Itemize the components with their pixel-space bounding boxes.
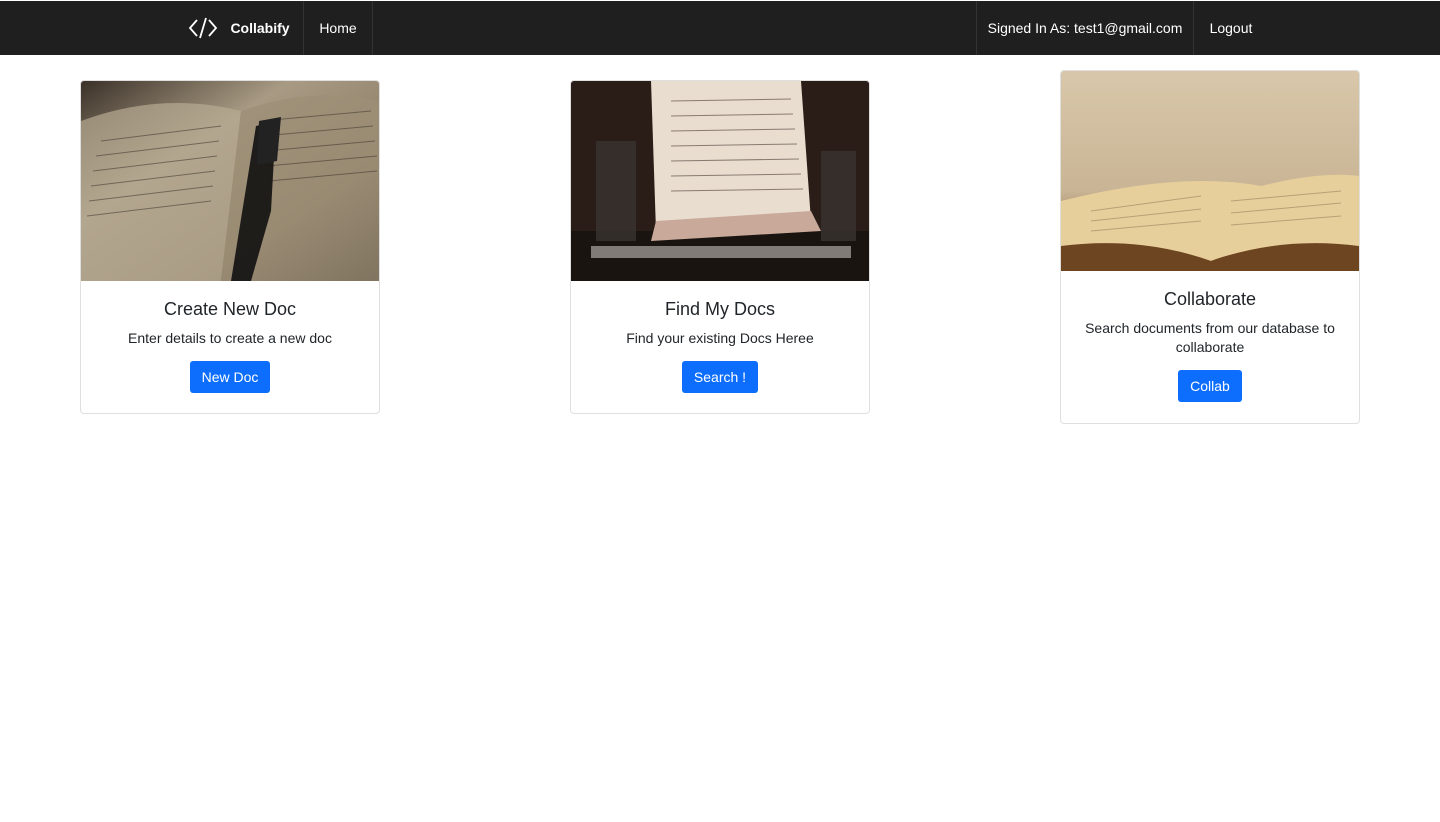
signed-in-label: Signed In As: test1@gmail.com [976,1,1194,55]
card-text: Search documents from our database to co… [1085,320,1335,355]
brand-label: Collabify [230,20,290,36]
logout-link[interactable]: Logout [1194,1,1268,55]
brand-link[interactable]: Collabify [175,1,303,55]
new-doc-button[interactable]: New Doc [189,361,271,393]
top-navbar: Collabify Home Signed In As: test1@gmail… [0,1,1440,55]
open-book-with-pen-image [81,81,379,281]
create-doc-card: Create New Doc Enter details to create a… [80,80,380,414]
card-title: Find My Docs [664,299,776,319]
search-button[interactable]: Search ! [681,361,759,393]
code-brackets-icon [189,17,218,39]
collab-button[interactable]: Collab [1178,370,1242,402]
card-title: Collaborate [1163,289,1257,309]
find-docs-card: Find My Docs Find your existing Docs Her… [570,80,870,414]
open-book-image [1061,71,1359,271]
card-text: Enter details to create a new doc [128,330,332,346]
collaborate-card: Collaborate Search documents from our da… [1060,70,1360,424]
nav-home-link[interactable]: Home [303,1,373,55]
typewriter-paper-image [571,81,869,281]
card-text: Find your existing Docs Heree [626,330,814,346]
card-title: Create New Doc [163,299,297,319]
